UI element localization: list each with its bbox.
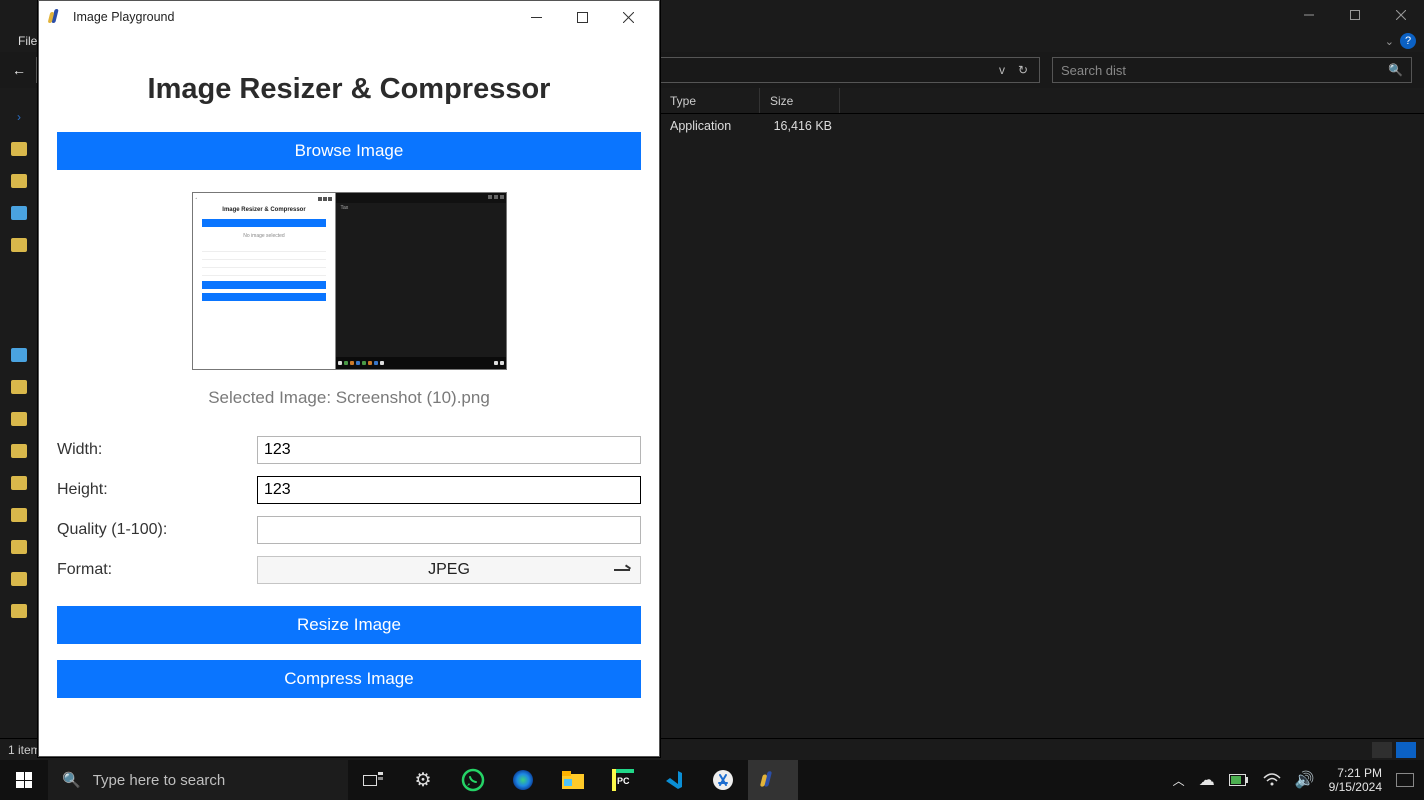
taskbar-vscode-button[interactable] — [648, 760, 698, 800]
selected-image-label: Selected Image: Screenshot (10).png — [57, 388, 641, 408]
view-details-icon[interactable] — [1372, 742, 1392, 758]
search-placeholder: Search dist — [1061, 63, 1126, 78]
tk-feather-icon — [759, 771, 777, 789]
row-type: Application — [660, 119, 760, 133]
folder-icon[interactable] — [11, 142, 27, 156]
ribbon-expand-icon[interactable]: ⌄ — [1385, 35, 1394, 48]
addr-chevron-icon[interactable]: v — [999, 63, 1005, 77]
windows-logo-icon — [16, 772, 32, 788]
folder-icon[interactable] — [11, 174, 27, 188]
chevron-right-icon[interactable]: › — [17, 110, 21, 124]
tk-title-text: Image Playground — [73, 10, 174, 24]
tray-volume-icon[interactable]: 🔊 — [1295, 770, 1315, 790]
taskbar-file-explorer-button[interactable] — [548, 760, 598, 800]
taskbar-search-placeholder: Type here to search — [93, 772, 226, 789]
width-label: Width: — [57, 441, 257, 459]
this-pc-icon[interactable] — [11, 348, 27, 362]
taskbar-app-button[interactable] — [698, 760, 748, 800]
explorer-minimize-button[interactable] — [1286, 0, 1332, 30]
folder-icon[interactable] — [11, 604, 27, 618]
taskbar-settings-button[interactable]: ⚙ — [398, 760, 448, 800]
tray-clock[interactable]: 7:21 PM 9/15/2024 — [1329, 766, 1382, 794]
tk-maximize-button[interactable] — [559, 2, 605, 32]
search-icon: 🔍 — [1388, 63, 1403, 77]
col-size[interactable]: Size — [760, 88, 840, 113]
nav-back-icon[interactable]: ← — [12, 62, 26, 78]
pycharm-icon: PC — [612, 769, 634, 791]
folder-icon[interactable] — [11, 238, 27, 252]
gear-icon: ⚙ — [414, 769, 431, 792]
view-large-icon[interactable] — [1396, 742, 1416, 758]
tk-feather-icon — [47, 9, 63, 25]
taskbar-pycharm-button[interactable]: PC — [598, 760, 648, 800]
folder-icon[interactable] — [11, 380, 27, 394]
task-view-button[interactable] — [348, 760, 398, 800]
search-icon: 🔍 — [62, 771, 81, 789]
preview-sidetext: Tax — [336, 203, 505, 213]
drive-icon[interactable] — [11, 206, 27, 220]
row-size: 16,416 KB — [760, 119, 840, 133]
tk-titlebar[interactable]: Image Playground — [39, 1, 659, 33]
tk-minimize-button[interactable] — [513, 2, 559, 32]
width-input[interactable] — [257, 436, 641, 464]
tray-expand-icon[interactable]: ︿ — [1173, 772, 1185, 789]
folder-icon[interactable] — [11, 444, 27, 458]
format-value: JPEG — [428, 561, 470, 579]
image-preview: ◦ Image Resizer & Compressor No image se… — [192, 192, 507, 370]
taskbar-whatsapp-button[interactable] — [448, 760, 498, 800]
quality-label: Quality (1-100): — [57, 521, 257, 539]
tray-battery-icon[interactable] — [1229, 774, 1249, 786]
help-icon[interactable]: ? — [1400, 33, 1416, 49]
chevron-down-icon — [614, 569, 630, 571]
tray-date: 9/15/2024 — [1329, 780, 1382, 794]
explorer-close-button[interactable] — [1378, 0, 1424, 30]
quality-input[interactable] — [257, 516, 641, 544]
appstore-icon — [712, 769, 734, 791]
whatsapp-icon — [461, 768, 485, 792]
resize-image-button[interactable]: Resize Image — [57, 606, 641, 644]
status-item-count: 1 item — [8, 743, 41, 757]
system-tray: ︿ ☁ 🔊 7:21 PM 9/15/2024 — [1173, 766, 1424, 794]
taskbar-edge-button[interactable] — [498, 760, 548, 800]
folder-icon — [562, 771, 584, 789]
tray-onedrive-icon[interactable]: ☁ — [1199, 770, 1215, 790]
folder-icon[interactable] — [11, 412, 27, 426]
explorer-maximize-button[interactable] — [1332, 0, 1378, 30]
tray-wifi-icon[interactable] — [1263, 773, 1281, 787]
vscode-icon — [662, 769, 684, 791]
tray-time: 7:21 PM — [1329, 766, 1382, 780]
format-label: Format: — [57, 561, 257, 579]
folder-icon[interactable] — [11, 508, 27, 522]
svg-text:PC: PC — [617, 776, 630, 786]
explorer-search-input[interactable]: Search dist 🔍 — [1052, 57, 1412, 83]
taskbar-search-input[interactable]: 🔍 Type here to search — [48, 760, 348, 800]
image-playground-window: Image Playground Image Resizer & Compres… — [38, 0, 660, 757]
folder-icon[interactable] — [11, 540, 27, 554]
col-type[interactable]: Type — [660, 88, 760, 113]
browse-image-button[interactable]: Browse Image — [57, 132, 641, 170]
height-input[interactable] — [257, 476, 641, 504]
form-options: Width: Height: Quality (1-100): Format: … — [57, 436, 641, 584]
compress-image-button[interactable]: Compress Image — [57, 660, 641, 698]
taskbar-python-button[interactable] — [748, 760, 798, 800]
preview-title: Image Resizer & Compressor — [196, 207, 333, 213]
tray-notifications-icon[interactable] — [1396, 773, 1414, 787]
folder-icon[interactable] — [11, 572, 27, 586]
start-button[interactable] — [0, 760, 48, 800]
task-view-icon — [363, 772, 383, 788]
app-heading: Image Resizer & Compressor — [57, 73, 641, 106]
preview-status: No image selected — [196, 233, 333, 239]
height-label: Height: — [57, 481, 257, 499]
refresh-icon[interactable]: ↻ — [1013, 63, 1033, 77]
windows-taskbar: 🔍 Type here to search ⚙ PC ︿ ☁ — [0, 760, 1424, 800]
explorer-nav-pane: › — [0, 90, 38, 760]
format-select[interactable]: JPEG — [257, 556, 641, 584]
tk-close-button[interactable] — [605, 2, 651, 32]
folder-icon[interactable] — [11, 476, 27, 490]
edge-icon — [512, 769, 534, 791]
